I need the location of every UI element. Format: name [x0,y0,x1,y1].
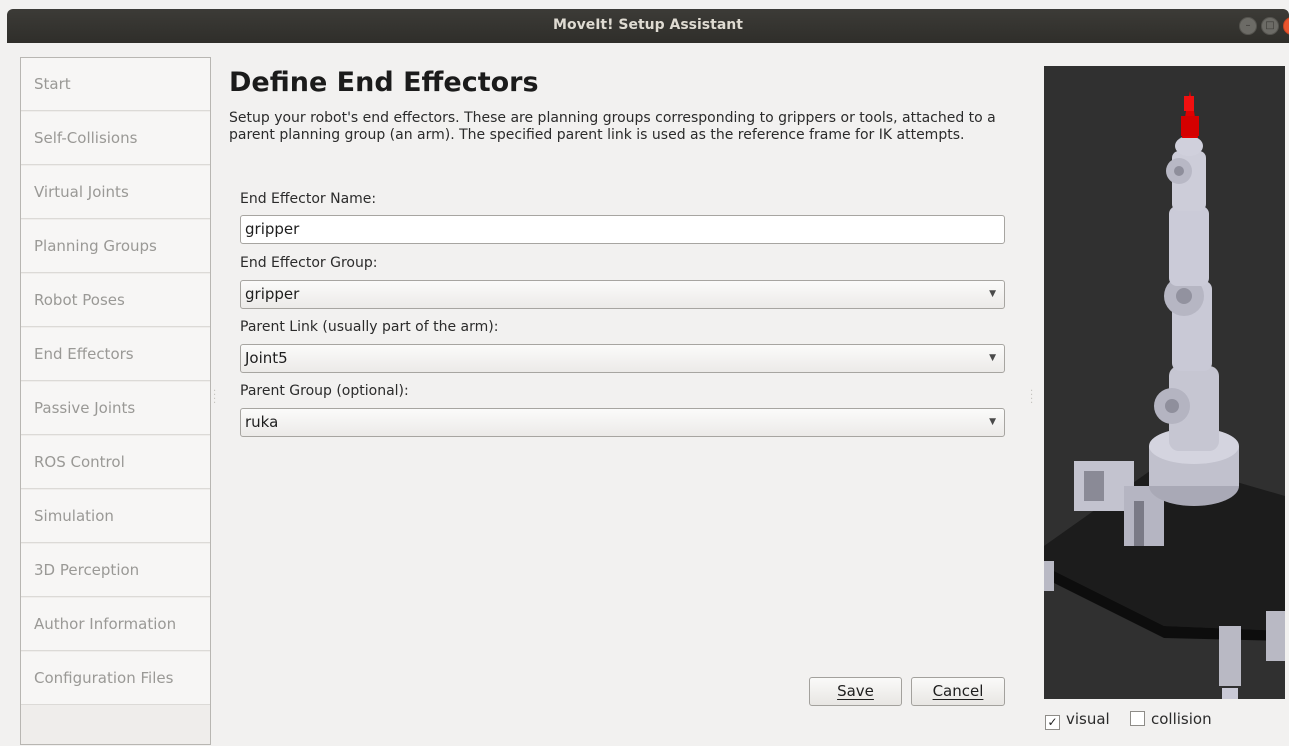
parent-link-value: Joint5 [245,349,288,367]
robot-upper-link [1169,206,1209,286]
sidebar-item-planning-groups[interactable]: Planning Groups [21,220,210,273]
parent-link-label: Parent Link (usually part of the arm): [240,319,499,335]
minimize-button[interactable]: – [1239,17,1257,35]
sidebar-item-3d-perception[interactable]: 3D Perception [21,544,210,597]
end-effector-name-label: End Effector Name: [240,191,377,207]
cancel-button[interactable]: Cancel [911,677,1005,706]
dropdown-arrow-icon: ▼ [989,353,996,363]
collision-checkbox[interactable] [1130,711,1145,726]
sidebar-item-self-collisions[interactable]: Self-Collisions [21,112,210,165]
end-effector-group-value: gripper [245,285,300,303]
page-title: Define End Effectors [229,67,539,98]
collision-toggle[interactable]: collision [1130,710,1212,728]
visual-checkbox-label: visual [1066,710,1110,728]
close-icon: × [1284,19,1289,33]
end-effector-group-label: End Effector Group: [240,255,378,271]
end-effector-group-select[interactable]: gripper ▼ [240,280,1005,309]
right-splitter-handle[interactable]: · · · · [1030,387,1033,409]
sidebar-item-end-effectors[interactable]: End Effectors [21,328,210,381]
sidebar-item-passive-joints[interactable]: Passive Joints [21,382,210,435]
sidebar-item-robot-poses[interactable]: Robot Poses [21,274,210,327]
dropdown-arrow-icon: ▼ [989,417,996,427]
dropdown-arrow-icon: ▼ [989,289,996,299]
parent-group-label: Parent Group (optional): [240,383,409,399]
sidebar-item-virtual-joints[interactable]: Virtual Joints [21,166,210,219]
window-title: MoveIt! Setup Assistant [553,17,743,33]
save-button-label: Save [837,682,874,700]
close-button[interactable]: × [1283,17,1289,35]
collision-checkbox-label: collision [1151,710,1212,728]
platform-leg-right [1266,611,1285,661]
maximize-icon: □ [1265,20,1275,31]
minimize-icon: – [1245,20,1251,31]
platform-leg-left [1044,561,1054,591]
sidebar-item-author-information[interactable]: Author Information [21,598,210,651]
visual-checkbox[interactable]: ✓ [1045,715,1060,730]
end-effector-name-input[interactable]: gripper [240,215,1005,244]
robot-3d-viewport[interactable] [1044,66,1285,699]
sidebar-item-start[interactable]: Start [21,58,210,111]
window-titlebar: MoveIt! Setup Assistant – □ × [7,9,1289,43]
sidebar-item-simulation[interactable]: Simulation [21,490,210,543]
sidebar-item-configuration-files[interactable]: Configuration Files [21,652,210,705]
cancel-button-label: Cancel [932,682,984,700]
platform-leg-front [1219,626,1241,686]
page-description: Setup your robot's end effectors. These … [229,110,996,143]
parent-group-value: ruka [245,413,279,431]
sidebar-item-ros-control[interactable]: ROS Control [21,436,210,489]
visual-toggle[interactable]: ✓ visual [1045,710,1110,730]
sidebar-nav: Start Self-Collisions Virtual Joints Pla… [20,57,211,745]
parent-group-select[interactable]: ruka ▼ [240,408,1005,437]
robot-model-render [1044,91,1285,699]
left-splitter-handle[interactable]: · · · · [213,387,216,409]
save-button[interactable]: Save [809,677,902,706]
parent-link-select[interactable]: Joint5 ▼ [240,344,1005,373]
maximize-button[interactable]: □ [1261,17,1279,35]
